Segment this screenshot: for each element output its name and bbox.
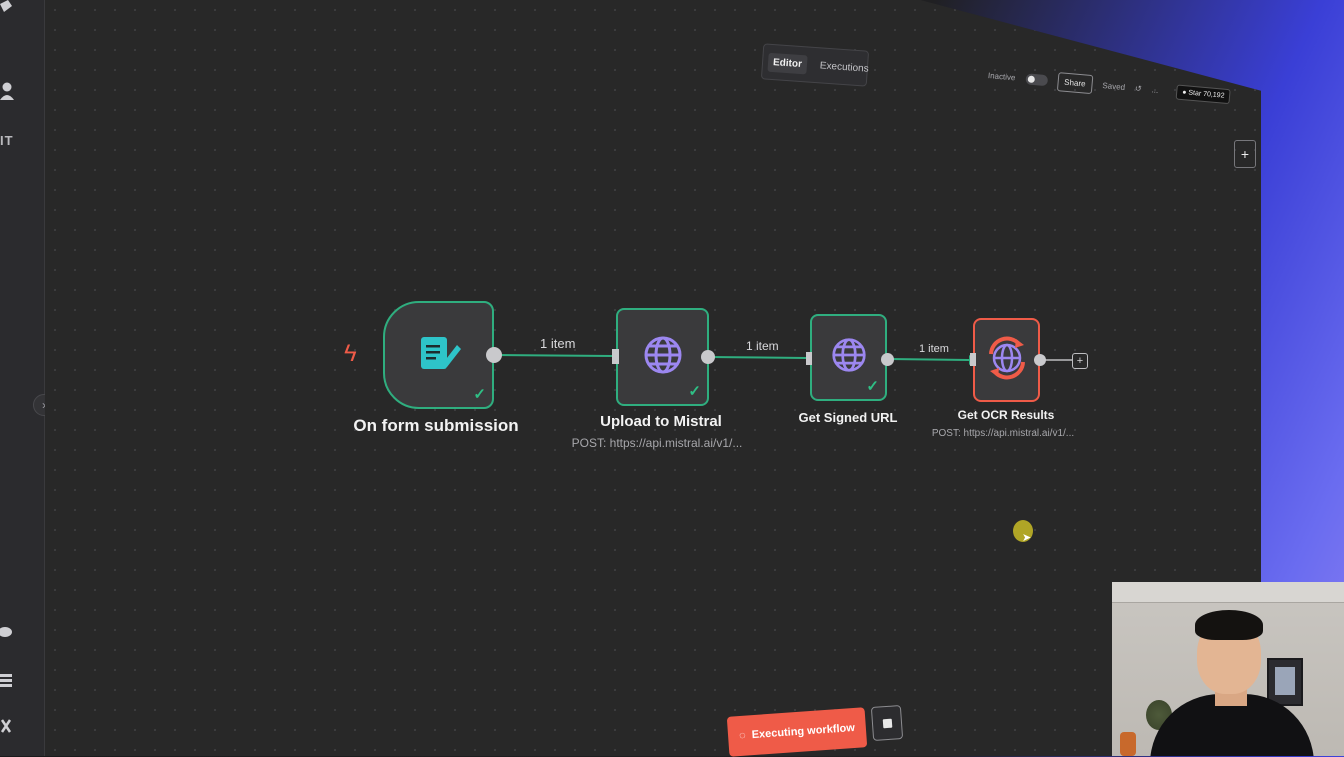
success-check-icon: ✓	[473, 386, 486, 403]
node-get-ocr-results[interactable]	[973, 318, 1040, 402]
connection-item-count: 1 item	[540, 336, 576, 351]
connection-item-count: 1 item	[919, 343, 949, 355]
node-title: On form submission	[353, 416, 519, 435]
trigger-bolt-icon: ϟ	[344, 340, 357, 367]
wall-picture	[1267, 658, 1303, 706]
globe-icon	[831, 337, 867, 378]
globe-icon	[643, 335, 683, 380]
lamp	[1120, 732, 1136, 756]
mouse-pointer-icon: ➤	[1022, 532, 1032, 544]
globe-refresh-icon	[985, 336, 1029, 385]
success-check-icon: ✓	[866, 378, 879, 395]
node-subtitle: POST: https://api.mistral.ai/v1/...	[931, 428, 1075, 439]
input-handle[interactable]	[806, 352, 812, 365]
connection-line	[886, 358, 970, 361]
spinner-icon: ◌	[738, 729, 747, 743]
node-title: Get Signed URL	[798, 410, 898, 425]
node-on-form-submission[interactable]: ✓	[383, 301, 494, 409]
output-handle[interactable]	[701, 350, 715, 364]
connection-line	[707, 356, 807, 359]
output-handle[interactable]	[1034, 354, 1046, 366]
node-subtitle: POST: https://api.mistral.ai/v1/...	[571, 436, 743, 450]
input-handle[interactable]	[970, 353, 976, 366]
connection-line	[493, 354, 613, 357]
node-title: Get OCR Results	[957, 408, 1055, 422]
node-title: Upload to Mistral	[600, 413, 722, 430]
executing-label: Executing workflow	[751, 721, 856, 742]
success-check-icon: ✓	[688, 383, 701, 400]
stop-icon	[882, 718, 892, 728]
node-upload-to-mistral[interactable]: ✓	[616, 308, 709, 406]
output-handle[interactable]	[486, 347, 502, 363]
output-handle[interactable]	[881, 353, 894, 366]
add-node-button[interactable]: +	[1072, 353, 1088, 369]
connection-item-count: 1 item	[746, 339, 779, 353]
node-get-signed-url[interactable]: ✓	[810, 314, 887, 401]
form-icon	[417, 333, 461, 378]
input-handle[interactable]	[612, 349, 619, 364]
presenter-webcam	[1112, 582, 1344, 756]
stop-execution-button[interactable]	[870, 704, 904, 742]
